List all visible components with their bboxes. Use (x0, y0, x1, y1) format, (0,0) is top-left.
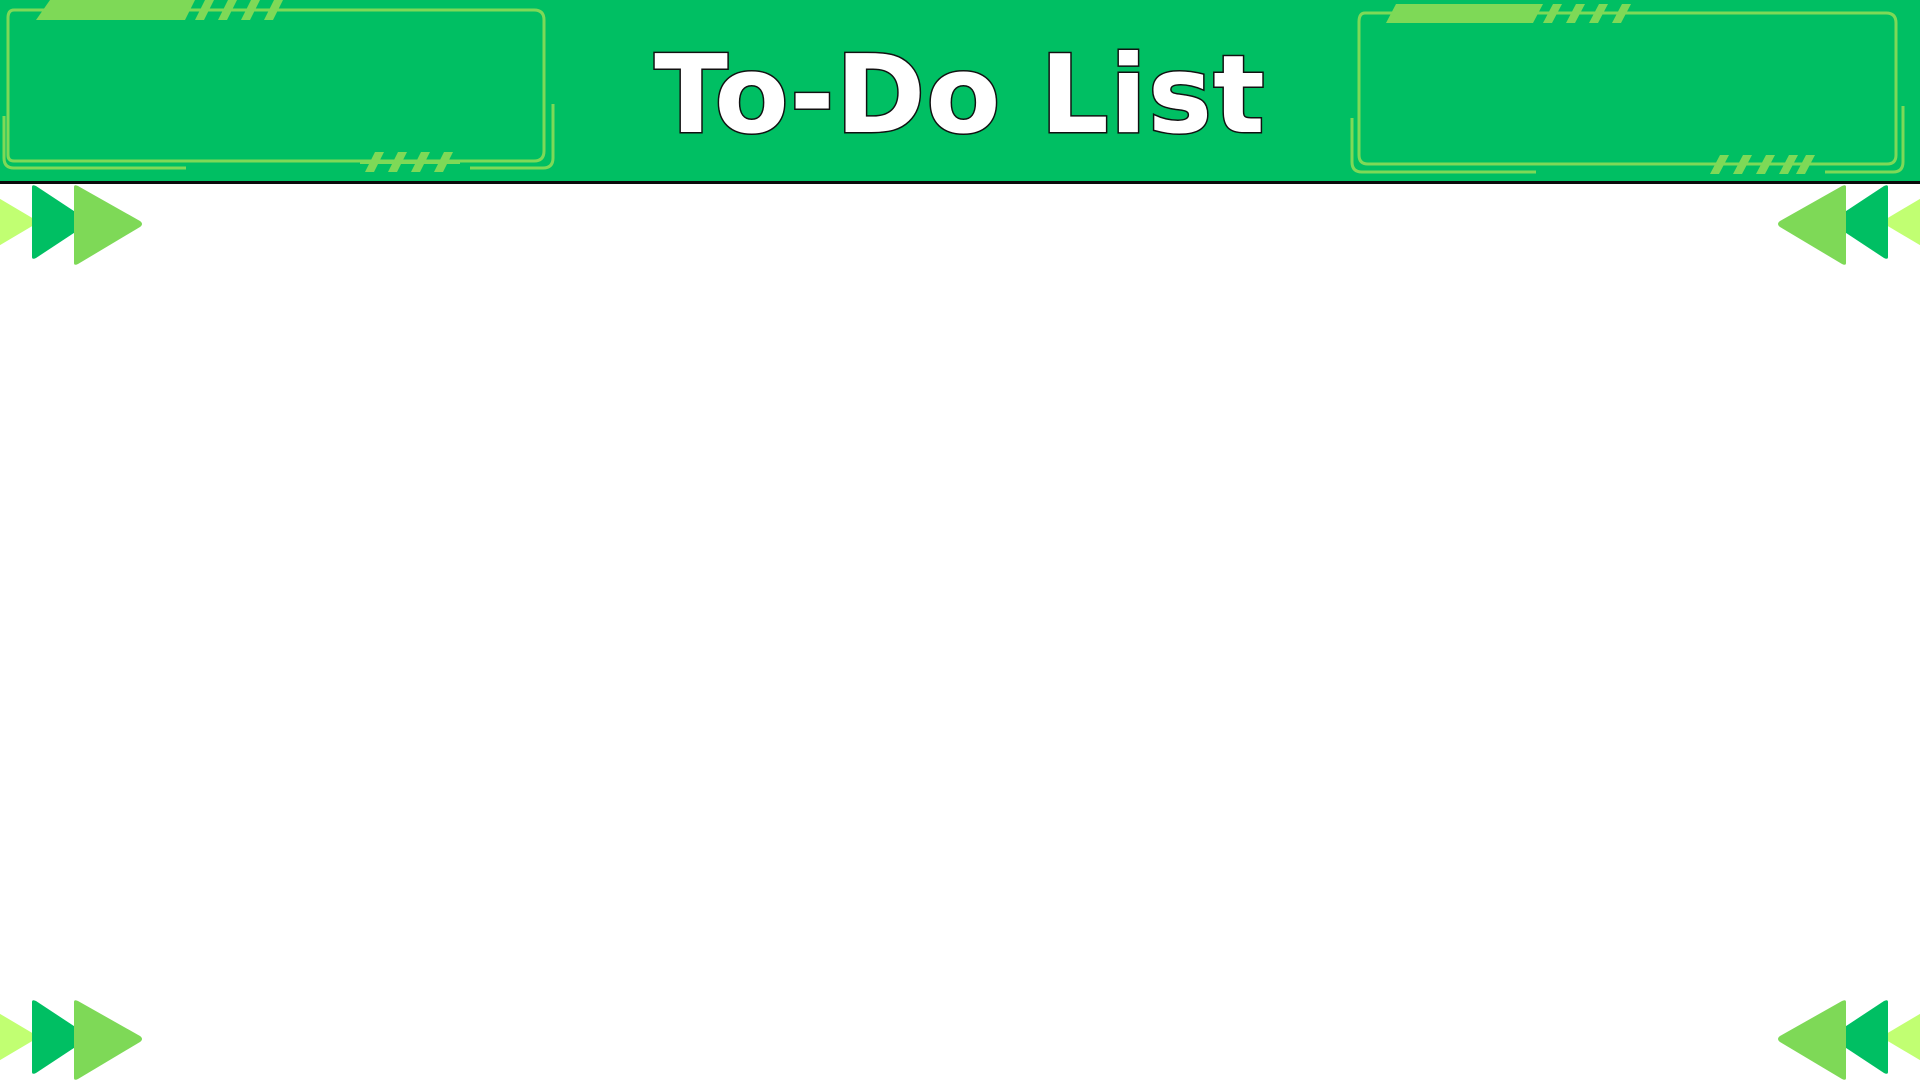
triangle-arrows-icon (1778, 185, 1920, 265)
slide-page: To-Do List (0, 0, 1920, 1080)
list-content-area (0, 187, 1920, 1080)
triangle-arrows-icon (0, 1000, 142, 1080)
triangle-arrows-icon (1778, 1000, 1920, 1080)
triangle-arrows-icon (0, 185, 142, 265)
page-title: To-Do List (653, 33, 1267, 158)
header-banner: To-Do List (0, 0, 1920, 184)
